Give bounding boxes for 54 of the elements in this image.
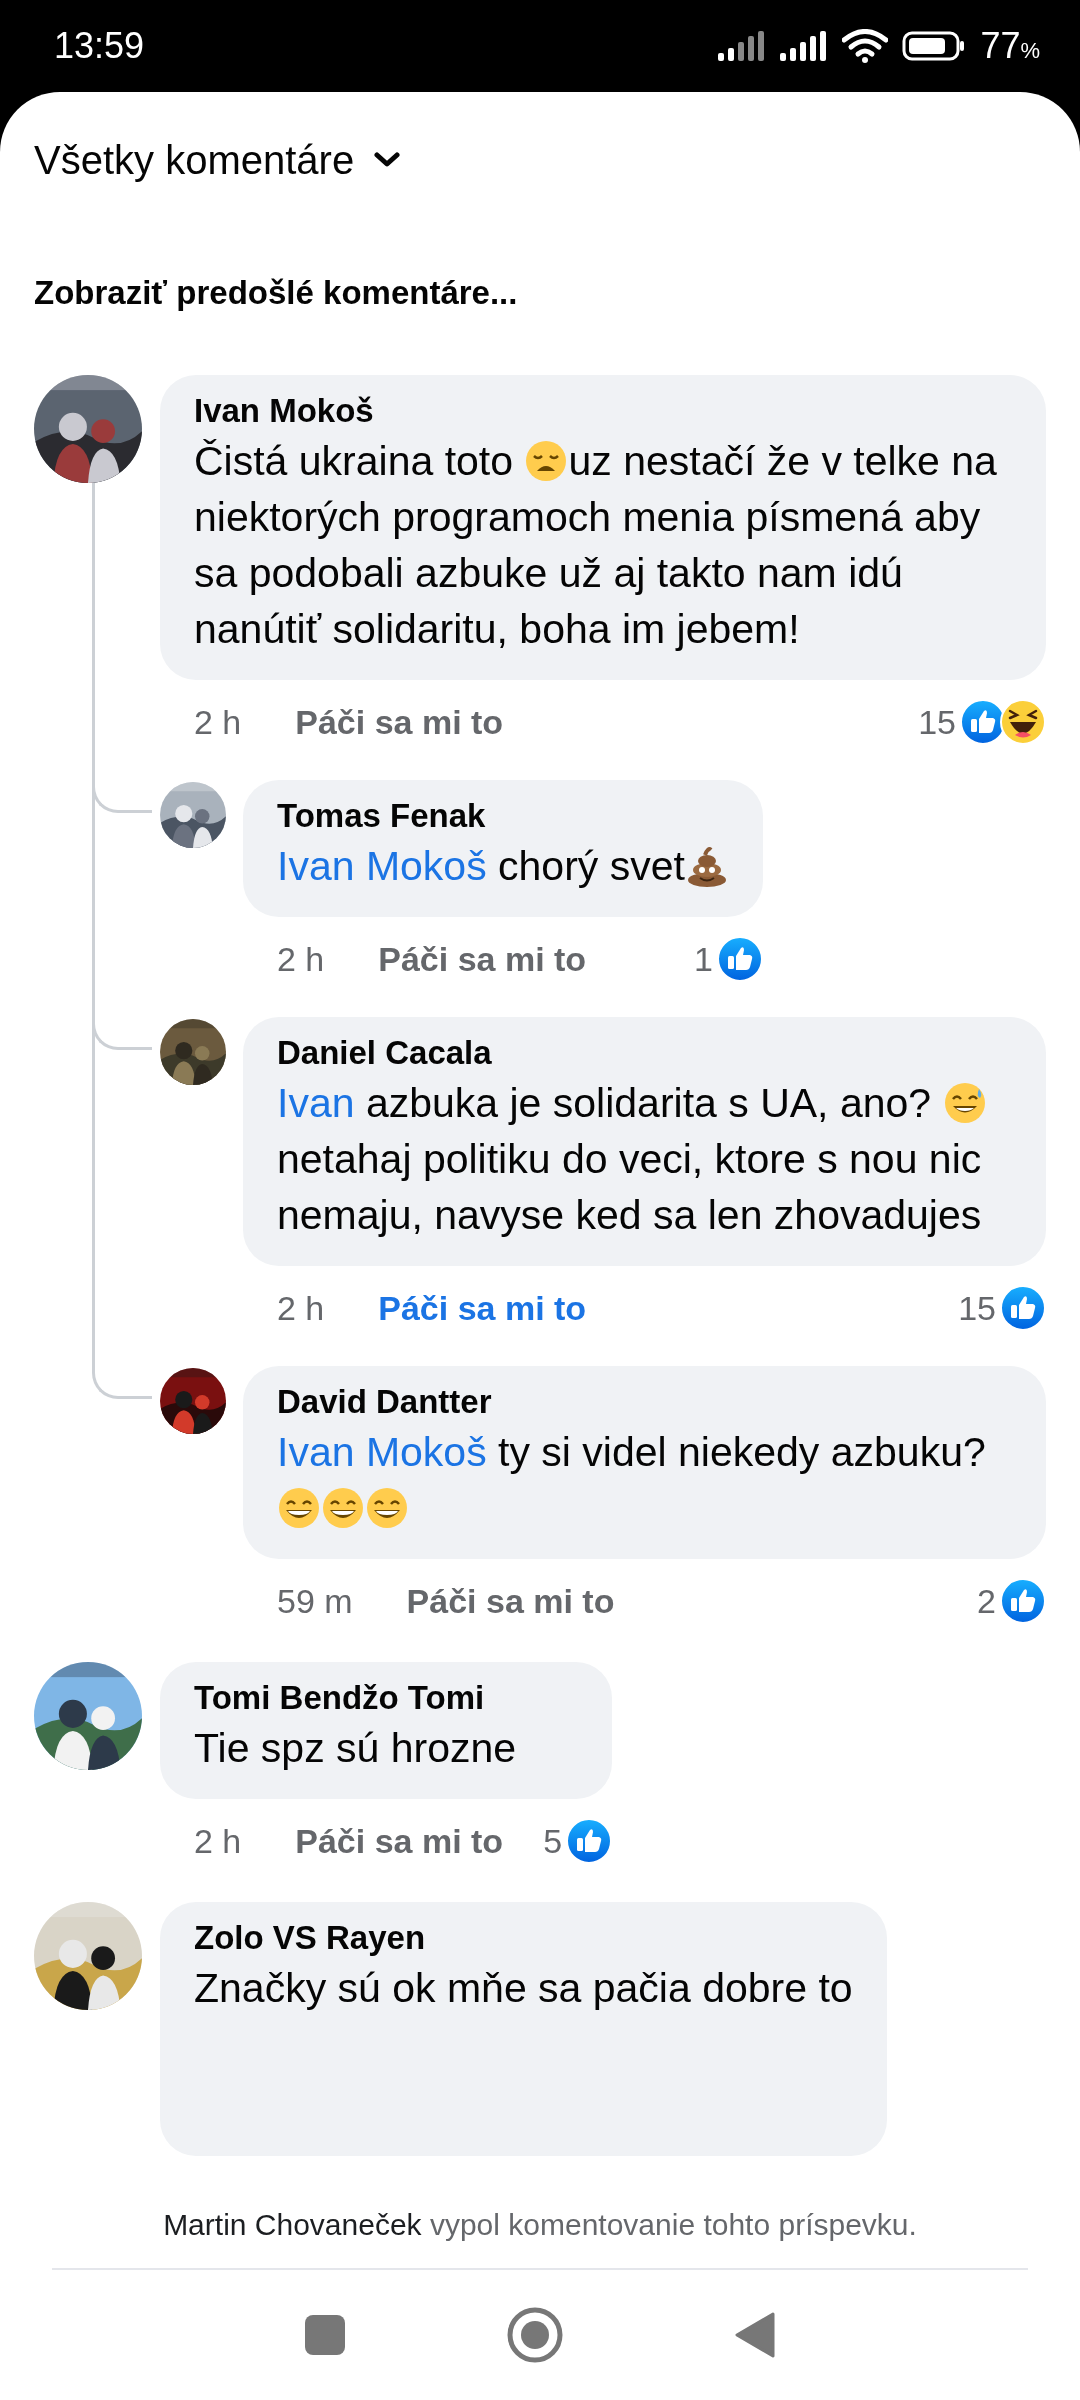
comment-text: Značky sú ok mňe sa pačia dobre to xyxy=(194,1964,853,2013)
like-reaction-icon xyxy=(716,936,763,982)
comments-disabled-notice: Martin Chovaneček vypol komentovanie tohto príspevku. xyxy=(163,2206,917,2243)
comment-filter-dropdown[interactable]: Všetky komentáre xyxy=(34,130,401,190)
reaction-count: 5 xyxy=(543,1820,563,1862)
percent-sign: % xyxy=(1020,37,1040,65)
author-name[interactable]: Ivan Mokoš xyxy=(194,389,374,433)
sweat-smile-emoji-icon xyxy=(942,1081,987,1125)
grinning-face-emoji-icon xyxy=(321,1486,365,1530)
signal-icon xyxy=(780,31,829,61)
like-button[interactable]: Páči sa mi to xyxy=(406,1575,615,1627)
comment-time: 2 h xyxy=(277,1287,325,1329)
comment-time: 2 h xyxy=(194,1820,242,1862)
like-button[interactable]: Páči sa mi to xyxy=(378,933,587,985)
like-button[interactable]: Páči sa mi to xyxy=(295,1815,504,1867)
mention-link[interactable]: Ivan xyxy=(277,1080,355,1126)
home-button-icon[interactable] xyxy=(507,2307,563,2363)
haha-reaction-icon xyxy=(1000,699,1046,745)
comment-time: 59 m xyxy=(277,1580,353,1622)
weary-face-emoji-icon xyxy=(524,439,569,483)
comment-text: Ivan azbuka je solidarita s UA, ano? netahaj politiku do veci, ktore s nou nic nemaju, navyse ked sa len zhovadujes xyxy=(277,1075,1012,1243)
battery-icon xyxy=(902,31,967,61)
battery-percent: 77 xyxy=(980,24,1021,68)
grinning-face-emoji-icon xyxy=(365,1486,409,1530)
author-name[interactable]: Daniel Cacala xyxy=(277,1031,492,1075)
mention-link[interactable]: Ivan Mokoš xyxy=(277,1429,487,1475)
chevron-down-icon xyxy=(374,152,401,168)
author-name[interactable]: Zolo VS Rayen xyxy=(194,1916,426,1960)
author-name[interactable]: David Dantter xyxy=(277,1380,492,1424)
reaction-count: 15 xyxy=(918,701,956,743)
like-reaction-icon xyxy=(1000,1578,1046,1624)
comment-text: Tie spz sú hrozne xyxy=(194,1724,518,1773)
back-button-icon[interactable] xyxy=(735,2312,775,2358)
author-name[interactable]: Tomi Bendžo Tomi xyxy=(194,1676,485,1720)
grinning-face-emoji-icon xyxy=(277,1486,321,1530)
like-button[interactable]: Páči sa mi to xyxy=(295,696,504,748)
comment-time: 2 h xyxy=(277,938,325,980)
author-name[interactable]: Tomas Fenak xyxy=(277,794,486,838)
like-button[interactable]: Páči sa mi to xyxy=(378,1282,587,1334)
mention-link[interactable]: Ivan Mokoš xyxy=(277,843,487,889)
like-reaction-icon xyxy=(1000,1285,1046,1331)
comment-time: 2 h xyxy=(194,701,242,743)
like-reaction-icon xyxy=(566,1818,613,1864)
reaction-count: 2 xyxy=(977,1580,996,1622)
signal-icon xyxy=(718,31,767,61)
comment-text: Čistá ukraina toto uz nestačí že v telke na niektorých programoch menia písmená aby sa podobali azbuke už aj takto nam idú nanútiť solidaritu, boha im jebem! xyxy=(194,437,998,654)
clock-time: 13:59 xyxy=(54,24,145,68)
reaction-count: 1 xyxy=(693,938,713,980)
view-previous-comments-link[interactable]: Zobraziť predošlé komentáre... xyxy=(34,273,518,313)
wifi-icon xyxy=(842,29,889,63)
reaction-count: 15 xyxy=(958,1287,996,1329)
recents-button-icon[interactable] xyxy=(305,2315,345,2355)
comment-text: Ivan Mokoš chorý svet xyxy=(277,838,729,894)
comment-text: Ivan Mokoš ty si videl niekedy azbuku? xyxy=(277,1424,1012,1536)
